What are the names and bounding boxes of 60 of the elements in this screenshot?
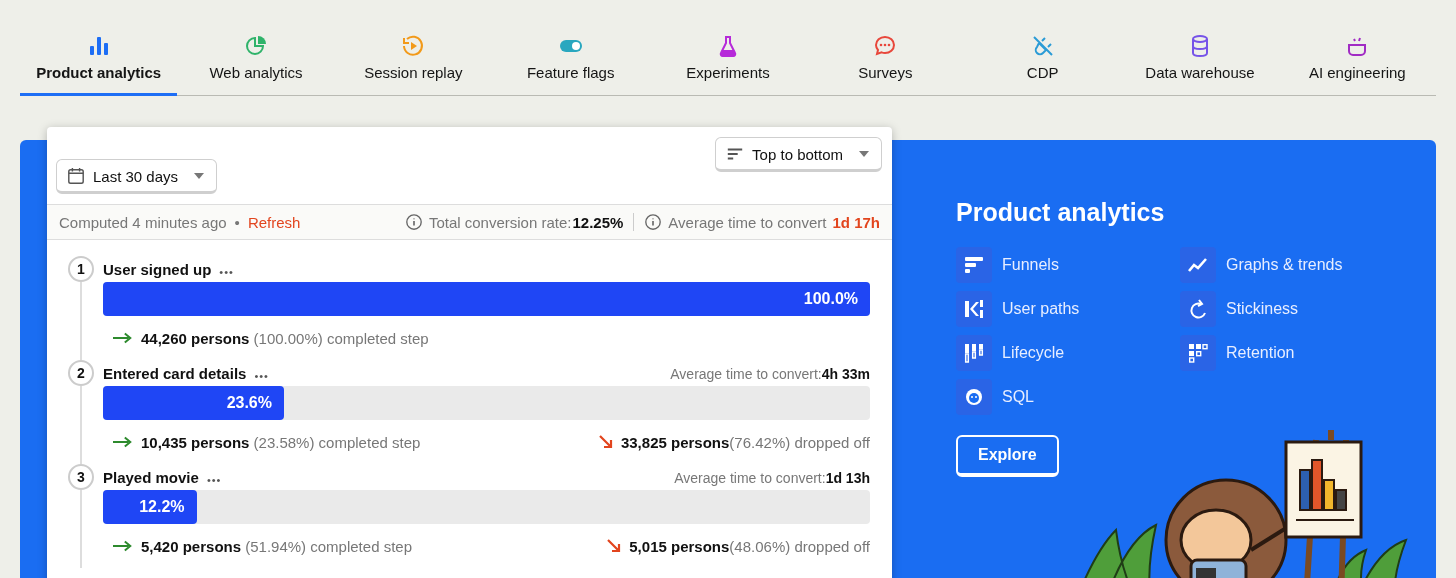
computed-time: Computed 4 minutes ago (59, 213, 227, 231)
panel-title: Product analytics (956, 198, 1166, 227)
explore-button[interactable]: Explore (956, 435, 1059, 477)
nav-tab[interactable]: Session replay (334, 30, 492, 96)
feature-link[interactable]: Stickiness (1180, 291, 1404, 327)
right-arrow-icon (113, 332, 133, 344)
step-number: 1 (68, 256, 94, 282)
nav-tab[interactable]: Data warehouse (1121, 30, 1279, 96)
grid-icon (1180, 335, 1216, 371)
average-time-label: Average time to convert (668, 213, 827, 231)
down-right-arrow-icon (598, 435, 613, 449)
info-icon (404, 213, 423, 231)
info-icon (644, 213, 663, 231)
refresh-link[interactable]: Refresh (247, 213, 301, 231)
nav-tab[interactable]: Product analytics (20, 30, 178, 96)
down-right-arrow-icon (607, 539, 622, 553)
order-dropdown[interactable]: Top to bottom (715, 137, 882, 172)
calendar-icon (67, 167, 85, 185)
date-range-dropdown[interactable]: Last 30 days (56, 159, 218, 194)
feature-link[interactable]: Lifecycle (956, 335, 1180, 371)
nav-tab[interactable]: Experiments (649, 30, 807, 96)
right-arrow-icon (113, 436, 133, 448)
step-name: User signed up (103, 261, 212, 278)
caret-icon (859, 151, 869, 157)
caret-icon (194, 173, 205, 179)
average-time-value: 1d 17h (832, 213, 880, 231)
step-name: Played movie (103, 469, 199, 486)
more-options-icon[interactable]: ••• (206, 474, 222, 486)
feature-link[interactable]: Graphs & trends (1180, 247, 1404, 283)
step-number: 3 (68, 464, 94, 490)
step-name: Entered card details (103, 365, 247, 382)
step-average-time: Average time to convert:4h 33m (670, 366, 870, 382)
step-bar-fill: 23.6% (103, 386, 284, 420)
right-arrow-icon (113, 540, 133, 552)
nav-tab[interactable]: AI engineering (1278, 30, 1436, 96)
step-number: 2 (68, 360, 94, 386)
dropped-count: 33,825 persons(76.42%) dropped off (620, 433, 870, 451)
feature-link[interactable]: Funnels (956, 247, 1180, 283)
step-bar-fill: 100.0% (103, 282, 870, 316)
dropped-count: 5,015 persons(48.06%) dropped off (629, 537, 870, 555)
feature-link[interactable]: User paths (956, 291, 1180, 327)
nav-tab[interactable]: Surveys (806, 30, 964, 96)
nav-tab[interactable]: Web analytics (177, 30, 335, 96)
step-average-time: Average time to convert:1d 13h (674, 470, 870, 486)
nav-tab[interactable]: Feature flags (492, 30, 650, 96)
feature-link[interactable]: Retention (1180, 335, 1404, 371)
conversion-label: Total conversion rate: (428, 213, 572, 231)
more-options-icon[interactable]: ••• (219, 266, 234, 278)
completed-count: 44,260 persons (100.00%) completed step (141, 329, 429, 347)
step-bar-fill: 12.2% (103, 490, 197, 524)
completed-count: 5,420 persons (51.94%) completed step (141, 537, 412, 555)
separator-dot: • (234, 213, 240, 231)
nav-tab[interactable]: CDP (963, 30, 1122, 96)
funnel-icon (956, 247, 992, 283)
conversion-value: 12.25% (572, 213, 624, 231)
more-options-icon[interactable]: ••• (254, 370, 269, 382)
lifecycle-icon (956, 335, 992, 371)
completed-count: 10,435 persons (23.58%) completed step (141, 433, 421, 451)
feature-link[interactable]: SQL (956, 379, 1180, 415)
paths-icon (956, 291, 992, 327)
